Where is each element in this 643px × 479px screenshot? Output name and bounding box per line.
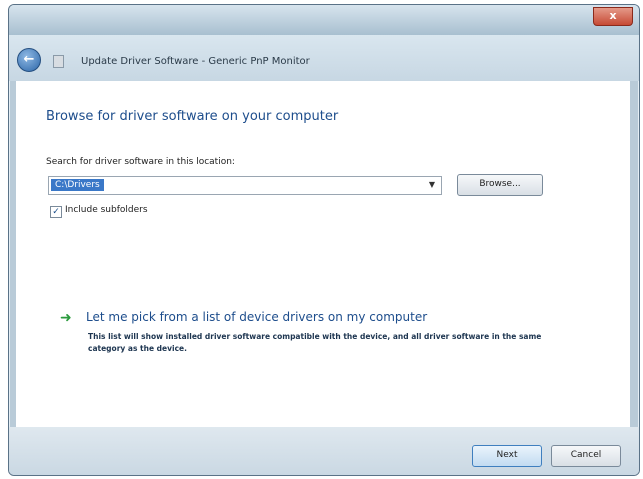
close-button[interactable]: x xyxy=(593,7,633,26)
button-bar: Next Cancel xyxy=(9,427,639,475)
device-icon xyxy=(53,55,64,68)
search-location-label: Search for driver software in this locat… xyxy=(46,157,235,167)
include-subfolders-checkbox[interactable]: ✓ xyxy=(50,206,62,218)
title-bar[interactable]: x xyxy=(9,5,639,35)
location-combobox[interactable]: C:\Drivers ▼ xyxy=(48,176,442,195)
green-arrow-icon: ➜ xyxy=(60,310,72,326)
update-driver-window: x ← Update Driver Software - Generic PnP… xyxy=(8,4,640,476)
cancel-button[interactable]: Cancel xyxy=(551,445,621,467)
check-mark-icon: ✓ xyxy=(52,207,60,217)
back-arrow-icon: ← xyxy=(23,52,35,67)
window-title: Update Driver Software - Generic PnP Mon… xyxy=(81,56,310,67)
include-subfolders-label[interactable]: Include subfolders xyxy=(65,205,148,215)
location-value[interactable]: C:\Drivers xyxy=(51,179,104,191)
next-button[interactable]: Next xyxy=(472,445,542,467)
navigation-bar: ← Update Driver Software - Generic PnP M… xyxy=(9,35,639,81)
page-heading: Browse for driver software on your compu… xyxy=(46,109,339,124)
chevron-down-icon[interactable]: ▼ xyxy=(426,178,438,192)
main-content: Browse for driver software on your compu… xyxy=(16,81,630,427)
pick-from-list-description: This list will show installed driver sof… xyxy=(88,332,542,353)
back-button[interactable]: ← xyxy=(17,48,41,72)
pick-from-list-option[interactable]: ➜ Let me pick from a list of device driv… xyxy=(60,307,548,369)
browse-button[interactable]: Browse... xyxy=(457,174,543,196)
pick-from-list-link[interactable]: Let me pick from a list of device driver… xyxy=(86,310,427,324)
